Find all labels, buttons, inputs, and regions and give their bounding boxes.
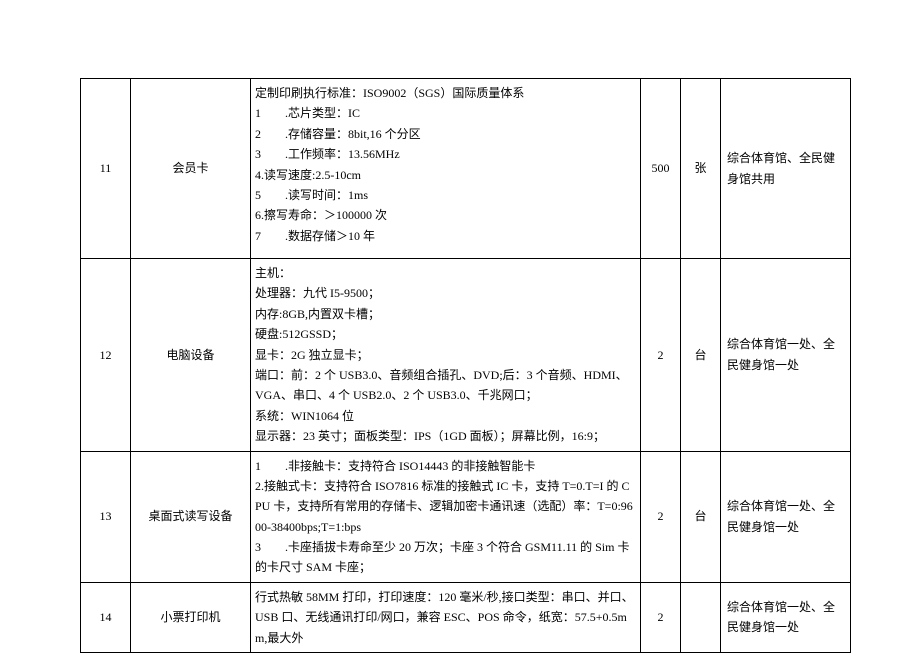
item-unit: 张 xyxy=(681,79,721,259)
spec-line: 7 .数据存储＞10 年 xyxy=(255,226,634,246)
spec-line: 3 .卡座插拔卡寿命至少 20 万次；卡座 3 个符合 GSM11.11 的 S… xyxy=(255,537,634,578)
item-name: 桌面式读写设备 xyxy=(131,451,251,582)
item-unit: 台 xyxy=(681,259,721,452)
item-qty: 500 xyxy=(641,79,681,259)
item-spec: 主机：处理器：九代 I5-9500；内存:8GB,内置双卡槽；硬盘:512GSS… xyxy=(251,259,641,452)
item-name: 小票打印机 xyxy=(131,582,251,652)
spec-line: 显卡：2G 独立显卡； xyxy=(255,345,634,365)
spec-line: 1 .非接触卡：支持符合 ISO14443 的非接触智能卡 xyxy=(255,456,634,476)
spec-line: 1 .芯片类型：IC xyxy=(255,103,634,123)
item-qty: 2 xyxy=(641,451,681,582)
item-remark: 综合体育馆一处、全民健身馆一处 xyxy=(721,582,851,652)
table-row: 14小票打印机行式热敏 58MM 打印，打印速度：120 毫米/秒,接口类型：串… xyxy=(81,582,851,652)
spec-line: 2 .存储容量：8bit,16 个分区 xyxy=(255,124,634,144)
item-unit: 台 xyxy=(681,451,721,582)
spec-table-container: 11会员卡定制印刷执行标准：ISO9002（SGS）国际质量体系1 .芯片类型：… xyxy=(80,78,850,653)
item-remark: 综合体育馆一处、全民健身馆一处 xyxy=(721,259,851,452)
item-qty: 2 xyxy=(641,582,681,652)
spec-line: 主机： xyxy=(255,263,634,283)
spec-line: 硬盘:512GSSD； xyxy=(255,324,634,344)
spec-line: 5 .读写时间：1ms xyxy=(255,185,634,205)
spec-line: 3 .工作频率：13.56MHz xyxy=(255,144,634,164)
item-remark: 综合体育馆一处、全民健身馆一处 xyxy=(721,451,851,582)
spec-table: 11会员卡定制印刷执行标准：ISO9002（SGS）国际质量体系1 .芯片类型：… xyxy=(80,78,851,653)
item-spec: 行式热敏 58MM 打印，打印速度：120 毫米/秒,接口类型：串口、并口、US… xyxy=(251,582,641,652)
row-index: 13 xyxy=(81,451,131,582)
spec-line: 内存:8GB,内置双卡槽； xyxy=(255,304,634,324)
table-row: 13桌面式读写设备1 .非接触卡：支持符合 ISO14443 的非接触智能卡2.… xyxy=(81,451,851,582)
spec-line: 显示器：23 英寸；面板类型：IPS（1GD 面板）；屏幕比例，16:9； xyxy=(255,426,634,446)
spec-line: 4.读写速度:2.5-10cm xyxy=(255,165,634,185)
row-index: 12 xyxy=(81,259,131,452)
spec-line: 处理器：九代 I5-9500； xyxy=(255,283,634,303)
row-index: 14 xyxy=(81,582,131,652)
spec-line: 6.擦写寿命：＞100000 次 xyxy=(255,205,634,225)
spec-line: 行式热敏 58MM 打印，打印速度：120 毫米/秒,接口类型：串口、并口、US… xyxy=(255,587,634,648)
item-name: 会员卡 xyxy=(131,79,251,259)
spec-line: 2.接触式卡：支持符合 ISO7816 标准的接触式 IC 卡，支持 T=0.T… xyxy=(255,476,634,537)
spec-line: 定制印刷执行标准：ISO9002（SGS）国际质量体系 xyxy=(255,83,634,103)
spec-line: 端口：前：2 个 USB3.0、音频组合插孔、DVD;后：3 个音频、HDMI、… xyxy=(255,365,634,406)
item-spec: 1 .非接触卡：支持符合 ISO14443 的非接触智能卡2.接触式卡：支持符合… xyxy=(251,451,641,582)
item-spec: 定制印刷执行标准：ISO9002（SGS）国际质量体系1 .芯片类型：IC2 .… xyxy=(251,79,641,259)
row-index: 11 xyxy=(81,79,131,259)
table-row: 11会员卡定制印刷执行标准：ISO9002（SGS）国际质量体系1 .芯片类型：… xyxy=(81,79,851,259)
item-qty: 2 xyxy=(641,259,681,452)
item-unit xyxy=(681,582,721,652)
spec-line: 系统：WIN1064 位 xyxy=(255,406,634,426)
table-row: 12电脑设备主机：处理器：九代 I5-9500；内存:8GB,内置双卡槽；硬盘:… xyxy=(81,259,851,452)
item-name: 电脑设备 xyxy=(131,259,251,452)
item-remark: 综合体育馆、全民健身馆共用 xyxy=(721,79,851,259)
